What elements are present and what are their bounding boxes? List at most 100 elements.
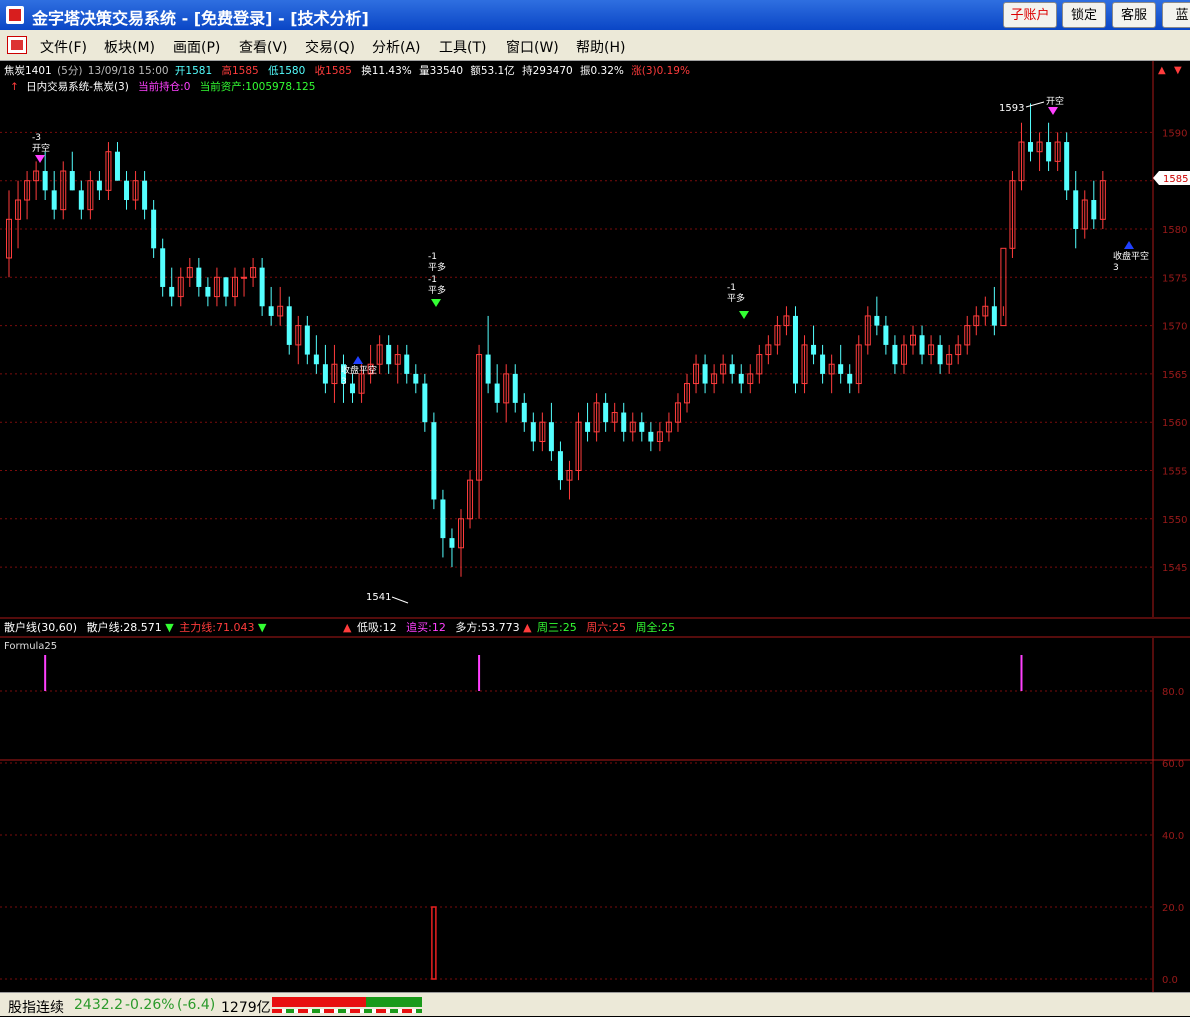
- wed-value: 周三:25: [537, 621, 577, 634]
- candle-body: [69, 171, 75, 191]
- close-count: 3: [341, 377, 347, 387]
- volume-label: 量33540: [419, 65, 463, 77]
- low-buy-up-icon: ▲: [343, 621, 352, 634]
- open-short-count: -3: [32, 133, 41, 143]
- candle-body: [847, 373, 853, 384]
- price-tick-label: 1555: [1162, 466, 1187, 477]
- candle-body: [449, 538, 455, 548]
- main-down-icon: ▼: [258, 621, 267, 634]
- candle-body: [621, 412, 627, 432]
- sat-value: 周六:25: [586, 621, 626, 634]
- svg-text:↑ 日内交易系统-焦炭(3) 当前持仓:0: ↑ 日内交易系统-焦炭(3) 当前持仓:0 当前资产:1005978.125: [10, 80, 315, 93]
- datetime-label: 13/09/18 15:00: [88, 65, 169, 77]
- svg-text:▲ 低吸:12 追买:12 多方:5: ▲ 低吸:12 追买:12 多方:53.773 ▲ 周三:25 周六:25 周全…: [343, 620, 675, 634]
- bull-value: 多方:53.773: [455, 620, 519, 634]
- candle-body: [530, 422, 536, 442]
- candle-body: [991, 306, 997, 326]
- price-tick-label: 1575: [1162, 273, 1187, 284]
- low-label: 低1580: [268, 64, 305, 77]
- candle-body: [196, 267, 202, 287]
- candle-body: [639, 422, 645, 432]
- candle-body: [151, 209, 157, 249]
- menu-window[interactable]: 窗口(W): [506, 37, 559, 57]
- open-short-label: 开空: [32, 142, 50, 154]
- candle-body: [350, 383, 356, 394]
- candle-body: [386, 344, 392, 365]
- index-delta: (-6.4): [177, 997, 216, 1013]
- high-price-label: 1593: [999, 103, 1024, 114]
- candle-body: [1064, 142, 1070, 191]
- chart-area[interactable]: 焦炭1401 (5分) 13/09/18 15:00 开1581 高1585 低…: [0, 61, 1190, 992]
- candle-body: [1046, 142, 1052, 162]
- sub-account-button[interactable]: 子账户: [1003, 2, 1057, 28]
- scroll-down-icon[interactable]: ▼: [1174, 65, 1182, 76]
- candle-body: [892, 344, 898, 365]
- indicator-name: 散户线(30,60): [4, 620, 77, 634]
- candle-body: [322, 364, 328, 384]
- menu-analysis[interactable]: 分析(A): [372, 37, 421, 57]
- menu-file[interactable]: 文件(F): [40, 37, 87, 57]
- candle-body: [1073, 190, 1079, 229]
- candle-body: [124, 180, 130, 201]
- close-label: 收盘平空: [1113, 250, 1149, 262]
- lock-button[interactable]: 锁定: [1062, 2, 1106, 28]
- candle-body: [96, 180, 102, 191]
- candle-body: [404, 354, 410, 374]
- candle-body: [792, 315, 798, 384]
- price-tick-label: 1545: [1162, 563, 1187, 574]
- index-name[interactable]: 股指连续: [8, 997, 64, 1017]
- open-label: 开1581: [175, 65, 212, 77]
- candle-body: [241, 276, 248, 279]
- position-label: 当前持仓:0: [138, 80, 190, 93]
- cover-label: 平多: [428, 284, 446, 296]
- index-value: 2432.2: [74, 997, 123, 1013]
- amount-label: 额53.1亿: [470, 64, 514, 77]
- candle-body: [702, 364, 708, 384]
- candle-body: [440, 499, 446, 539]
- system-label: 日内交易系统-焦炭(3): [26, 80, 129, 93]
- index-volume: 1279亿: [221, 1000, 271, 1016]
- cover-count: -1: [727, 283, 736, 293]
- status-bar: 股指连续 2432.2 -0.26% (-6.4) 1279亿: [0, 992, 1190, 1016]
- customer-service-button[interactable]: 客服: [1112, 2, 1156, 28]
- candle-body: [548, 422, 554, 452]
- candle-body: [919, 335, 925, 355]
- retail-down-icon: ▼: [165, 621, 174, 634]
- scroll-up-icon[interactable]: ▲: [1158, 65, 1166, 76]
- candle-body: [557, 451, 563, 481]
- candle-body: [512, 373, 518, 403]
- indicator-tick-label: 40.0: [1162, 831, 1184, 842]
- indicator-tick-label: 20.0: [1162, 903, 1184, 914]
- menu-sector[interactable]: 板块(M): [104, 37, 155, 57]
- chart-app-icon[interactable]: [7, 36, 27, 54]
- candle-body: [142, 180, 148, 210]
- menu-tools[interactable]: 工具(T): [439, 37, 486, 57]
- candle-body: [205, 286, 211, 297]
- retail-line-value: 散户线:28.571: [87, 620, 162, 634]
- candle-body: [883, 325, 889, 345]
- candle-body: [585, 422, 591, 432]
- low-price-label: 1541: [366, 592, 391, 603]
- candle-body: [51, 190, 57, 210]
- indicator-tick-label: 80.0: [1162, 687, 1184, 698]
- formula-name: Formula25: [4, 641, 57, 652]
- price-tick-label: 1565: [1162, 370, 1187, 381]
- cover-count: -1: [428, 252, 437, 262]
- candle-body: [286, 306, 292, 345]
- menu-help[interactable]: 帮助(H): [576, 37, 625, 57]
- menu-trade[interactable]: 交易(Q): [305, 37, 355, 57]
- all-value: 周全:25: [635, 620, 675, 634]
- close-label: 收盘平空: [341, 364, 377, 376]
- assets-label: 当前资产:1005978.125: [200, 80, 316, 93]
- menu-screen[interactable]: 画面(P): [173, 37, 220, 57]
- candle-body: [114, 151, 120, 181]
- menu-view[interactable]: 查看(V): [239, 37, 288, 57]
- title-bar: 金字塔决策交易系统 - [免费登录] - [技术分析] 子账户 锁定 客服 蓝: [0, 0, 1190, 30]
- candle-body: [313, 354, 319, 365]
- blue-button[interactable]: 蓝: [1162, 2, 1190, 28]
- system-arrow-icon: ↑: [10, 81, 19, 93]
- cover-count: -1: [428, 275, 437, 285]
- candle-body: [738, 373, 744, 384]
- high-label: 高1585: [221, 64, 258, 77]
- candle-body: [729, 364, 735, 374]
